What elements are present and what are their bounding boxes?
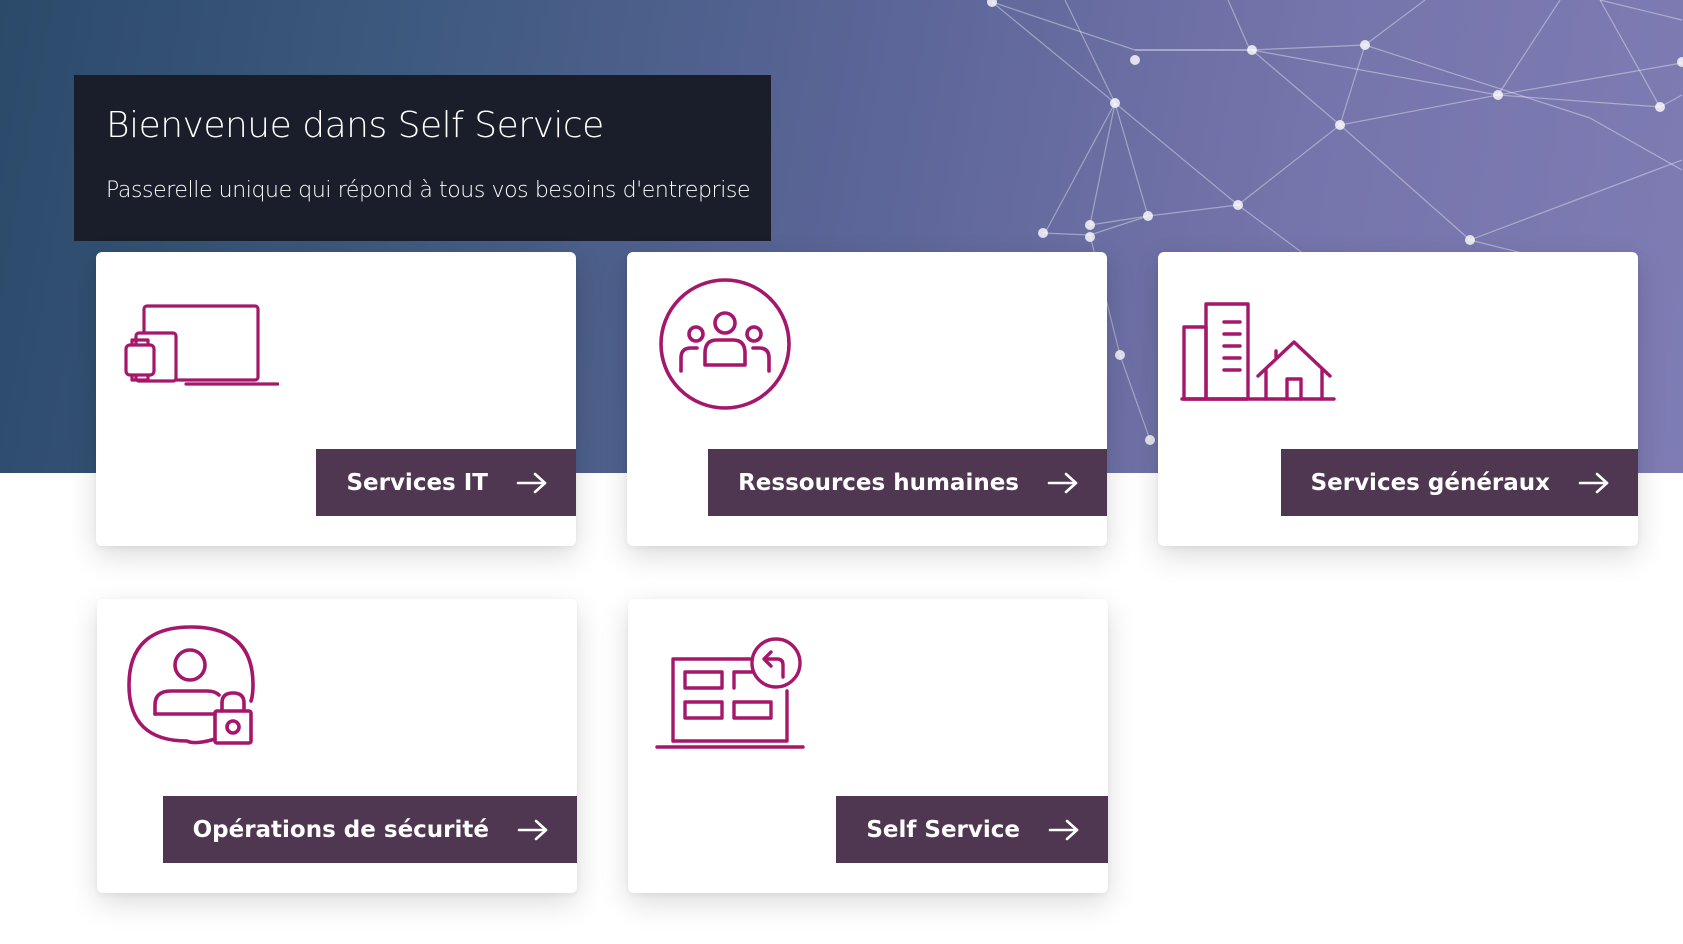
arrow-right-icon [516,472,548,494]
services-it-button[interactable]: Services IT [316,449,576,516]
arrow-right-icon [517,819,549,841]
welcome-banner: Bienvenue dans Self Service Passerelle u… [74,75,771,241]
self-service-home: Bienvenue dans Self Service Passerelle u… [0,0,1683,944]
buildings-icon [1180,302,1336,401]
arrow-right-icon [1578,472,1610,494]
services-generaux-button[interactable]: Services généraux [1280,449,1638,516]
services-generaux-label: Services généraux [1310,469,1550,496]
card-self-service[interactable]: Self Service [628,599,1108,893]
operations-securite-button[interactable]: Opérations de sécurité [162,796,577,863]
card-services-generaux[interactable]: Services généraux [1158,252,1638,546]
ressources-humaines-label: Ressources humaines [738,469,1019,496]
people-group-icon [659,278,791,410]
devices-icon [124,304,279,386]
arrow-right-icon [1048,819,1080,841]
operations-securite-label: Opérations de sécurité [192,816,489,843]
card-operations-securite[interactable]: Opérations de sécurité [97,599,577,893]
user-lock-icon [127,625,255,745]
arrow-right-icon [1047,472,1079,494]
page-subtitle: Passerelle unique qui répond à tous vos … [106,178,751,203]
card-services-it[interactable]: Services IT [96,252,576,546]
services-it-label: Services IT [346,469,488,496]
self-service-portal-icon [655,637,805,749]
self-service-label: Self Service [866,816,1020,843]
ressources-humaines-button[interactable]: Ressources humaines [708,449,1107,516]
self-service-button[interactable]: Self Service [836,796,1108,863]
card-ressources-humaines[interactable]: Ressources humaines [627,252,1107,546]
page-title: Bienvenue dans Self Service [106,105,604,146]
